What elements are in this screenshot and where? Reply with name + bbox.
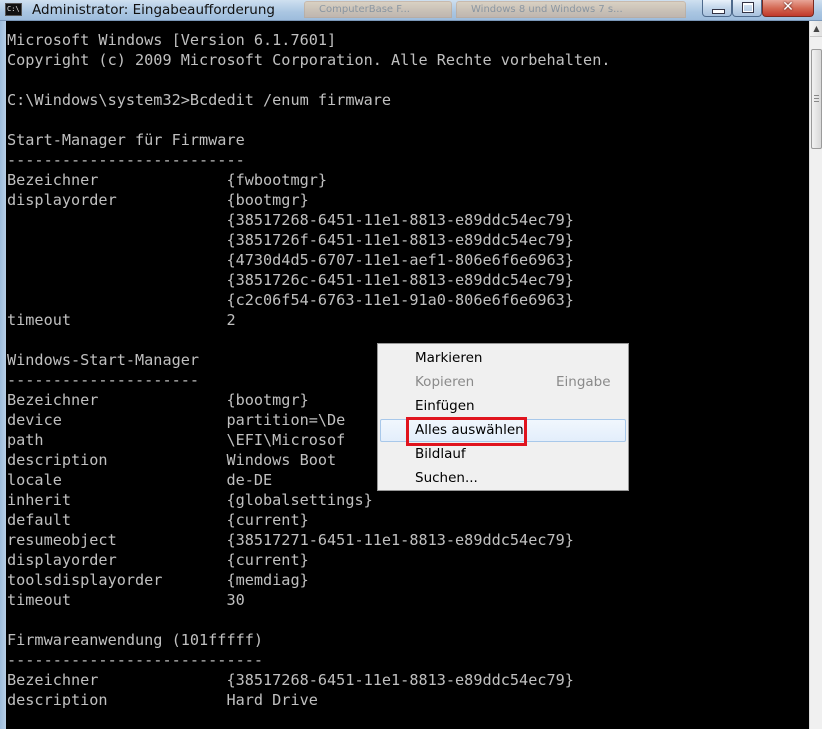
menu-item-suchen[interactable]: Suchen... bbox=[380, 467, 626, 490]
command-prompt-window: ComputerBase F... Windows 8 und Windows … bbox=[0, 0, 822, 729]
console-line: inherit {globalsettings} bbox=[7, 491, 373, 509]
console-line: C:\Windows\system32>Bcdedit /enum firmwa… bbox=[7, 91, 392, 109]
menu-item-einfuegen[interactable]: Einfügen bbox=[380, 395, 626, 418]
scrollbar-grip bbox=[814, 98, 819, 99]
console-line: toolsdisplayorder {memdiag} bbox=[7, 571, 309, 589]
menu-item-label: Einfügen bbox=[415, 398, 475, 414]
console-line: resumeobject {38517271-6451-11e1-8813-e8… bbox=[7, 531, 574, 549]
maximize-button[interactable] bbox=[732, 0, 762, 17]
console-line: timeout 2 bbox=[7, 311, 236, 329]
console-line: path \EFI\Microsof bbox=[7, 431, 346, 449]
menu-item-markieren[interactable]: Markieren bbox=[380, 347, 626, 370]
console-line: description Hard Drive bbox=[7, 691, 318, 709]
console-line: -------------------------- bbox=[7, 151, 245, 169]
menu-item-kopieren[interactable]: Kopieren Eingabe bbox=[380, 371, 626, 394]
console-line: description Windows Boot bbox=[7, 451, 337, 469]
console-line: --------------------- bbox=[7, 371, 200, 389]
console-line: {c2c06f54-6763-11e1-91a0-806e6f6e6963} bbox=[7, 291, 574, 309]
menu-item-shortcut: Eingabe bbox=[556, 374, 611, 390]
console-line: {4730d4d5-6707-11e1-aef1-806e6f6e6963} bbox=[7, 251, 574, 269]
console-line: Bezeichner {fwbootmgr} bbox=[7, 171, 328, 189]
console-line: Copyright (c) 2009 Microsoft Corporation… bbox=[7, 51, 611, 69]
window-title: Administrator: Eingabeaufforderung bbox=[32, 2, 275, 18]
console-line: Firmwareanwendung (101fffff) bbox=[7, 631, 264, 649]
maximize-icon bbox=[742, 2, 754, 13]
console-line: Bezeichner {bootmgr} bbox=[7, 391, 309, 409]
console-line: {3851726f-6451-11e1-8813-e89ddc54ec79} bbox=[7, 231, 574, 249]
console-line: displayorder {bootmgr} bbox=[7, 191, 309, 209]
close-button[interactable]: ✕ bbox=[762, 0, 814, 17]
console-line: timeout 30 bbox=[7, 591, 245, 609]
vertical-scrollbar[interactable]: ▲ bbox=[809, 21, 822, 729]
background-tab: Windows 8 und Windows 7 s... bbox=[456, 1, 686, 18]
console-line: Windows-Start-Manager bbox=[7, 351, 200, 369]
background-tab: ComputerBase F... bbox=[304, 1, 452, 18]
menu-item-label: Suchen... bbox=[415, 470, 478, 486]
close-icon: ✕ bbox=[782, 0, 794, 15]
title-bar[interactable]: ComputerBase F... Windows 8 und Windows … bbox=[0, 0, 822, 21]
minimize-icon bbox=[712, 9, 725, 14]
console-line: locale de-DE bbox=[7, 471, 273, 489]
minimize-button[interactable] bbox=[702, 0, 732, 17]
scrollbar-grip bbox=[814, 101, 819, 102]
menu-item-bildlauf[interactable]: Bildlauf bbox=[380, 443, 626, 466]
background-taskbar-tabs: ComputerBase F... Windows 8 und Windows … bbox=[300, 0, 700, 20]
console-line: displayorder {current} bbox=[7, 551, 309, 569]
console-line: {3851726c-6451-11e1-8813-e89ddc54ec79} bbox=[7, 271, 574, 289]
menu-item-label: Kopieren bbox=[415, 374, 475, 390]
console-line: Bezeichner {38517268-6451-11e1-8813-e89d… bbox=[7, 671, 574, 689]
console-line: ---------------------------- bbox=[7, 651, 264, 669]
console-line: Microsoft Windows [Version 6.1.7601] bbox=[7, 31, 337, 49]
console-line: device partition=\De bbox=[7, 411, 346, 429]
menu-item-label: Bildlauf bbox=[415, 446, 466, 462]
console-line: default {current} bbox=[7, 511, 309, 529]
cmd-icon[interactable]: C:\ bbox=[5, 3, 22, 16]
scrollbar-thumb[interactable] bbox=[811, 49, 822, 149]
console-line: {38517268-6451-11e1-8813-e89ddc54ec79} bbox=[7, 211, 574, 229]
console-line: Start-Manager für Firmware bbox=[7, 131, 245, 149]
annotation-highlight-box bbox=[406, 417, 527, 446]
scroll-up-arrow-icon[interactable]: ▲ bbox=[810, 21, 822, 37]
scrollbar-grip bbox=[814, 95, 819, 96]
menu-item-label: Markieren bbox=[415, 350, 483, 366]
